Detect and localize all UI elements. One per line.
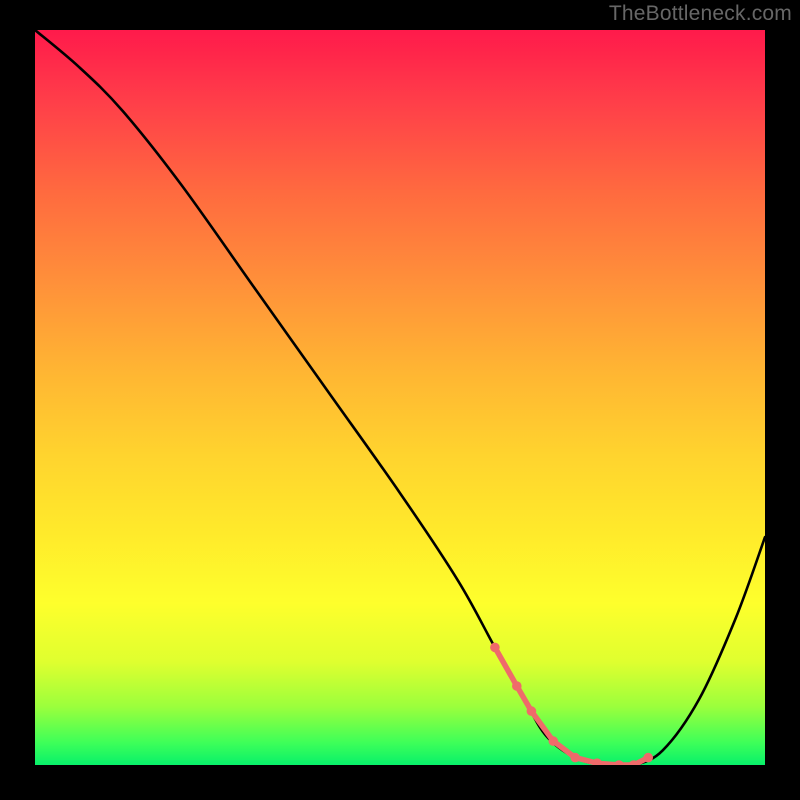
valley-segment: [495, 647, 648, 765]
valley-marker: [643, 753, 653, 763]
valley-marker: [570, 753, 580, 763]
chart-frame: TheBottleneck.com: [0, 0, 800, 800]
valley-marker: [527, 706, 537, 716]
valley-marker: [614, 760, 624, 765]
valley-marker: [592, 758, 602, 765]
valley-markers: [490, 643, 653, 765]
valley-marker: [490, 643, 500, 653]
attribution-text: TheBottleneck.com: [609, 2, 792, 26]
bottleneck-curve: [35, 30, 765, 765]
plot-area: [35, 30, 765, 765]
valley-marker: [512, 681, 522, 691]
valley-marker: [549, 736, 559, 746]
curve-overlay: [35, 30, 765, 765]
